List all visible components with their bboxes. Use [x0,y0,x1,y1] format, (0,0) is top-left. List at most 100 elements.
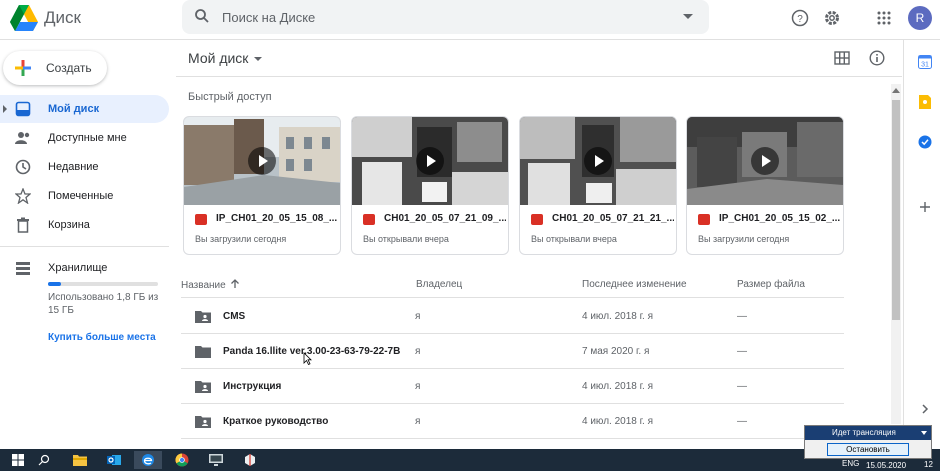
play-icon [248,147,276,175]
page-title[interactable]: Мой диск [188,50,248,66]
sidebar-item-starred[interactable]: Помеченные [0,182,169,210]
add-addon-icon[interactable] [918,200,932,214]
shared-folder-icon [195,416,211,428]
file-size: — [737,381,747,392]
file-name: IP_CH01_20_05_15_02_... [719,213,841,224]
search-icon[interactable] [194,8,210,24]
account-avatar[interactable]: R [908,6,932,30]
sidebar-item-my-drive[interactable]: Мой диск [0,95,169,123]
help-icon: ? [791,9,809,27]
file-name: Инструкция [223,381,282,392]
broadcast-status-label: Идет трансляция [832,428,896,437]
app-icon [245,454,255,466]
sidebar-item-storage[interactable]: Хранилище [0,254,169,282]
details-button[interactable] [865,46,889,70]
apps-button[interactable] [872,6,896,30]
storage-used-text: Использовано 1,8 ГБ из 15 ГБ [48,292,159,316]
system-date[interactable]: 15.05.2020 [866,461,906,470]
sort-arrow-up-icon[interactable] [230,279,240,289]
video-file-icon [363,214,375,225]
video-thumbnail [184,117,340,205]
expand-arrow-icon[interactable] [3,105,7,113]
taskbar-app[interactable] [202,451,230,469]
windows-icon [12,454,24,466]
stop-broadcast-button[interactable]: Остановить [827,443,909,456]
taskbar-search-button[interactable] [30,451,58,469]
help-button[interactable]: ? [788,6,812,30]
trash-icon [17,217,29,233]
file-modified: 4 июл. 2018 г. я [582,381,653,392]
quick-access-card[interactable]: CH01_20_05_07_21_09_... Вы открывали вче… [351,116,509,255]
chevron-down-icon[interactable] [254,57,262,61]
keep-icon[interactable] [918,95,932,109]
calendar-icon[interactable]: 31 [918,55,932,69]
sidebar-item-recent[interactable]: Недавние [0,153,169,181]
scroll-up-icon[interactable] [892,88,900,93]
taskbar-chrome[interactable] [168,451,196,469]
tasks-icon[interactable] [918,135,932,149]
clock-icon [15,159,31,175]
chevron-down-icon[interactable] [921,431,927,435]
column-header-name[interactable]: Название [181,279,240,291]
table-row[interactable]: Краткое руководство я 4 июл. 2018 г. я — [181,404,844,439]
modified-by: я [643,346,650,357]
play-icon [751,147,779,175]
notification-count[interactable]: 12 [924,460,933,469]
modified-date: 4 июл. 2018 г. [582,311,645,322]
video-file-icon [531,214,543,225]
modified-date: 4 июл. 2018 г. [582,381,645,392]
storage-progress-bar [48,282,158,286]
column-header-owner[interactable]: Владелец [416,279,462,290]
apps-grid-icon [877,11,891,25]
chrome-icon [175,453,189,467]
google-drive-logo[interactable] [10,5,38,31]
taskbar-app[interactable] [236,451,264,469]
table-row[interactable]: Инструкция я 4 июл. 2018 г. я — [181,369,844,404]
file-owner: я [415,381,421,392]
table-row[interactable]: Panda 16.llite ver.3.00-23-63-79-22-7B я… [181,334,844,369]
star-icon [15,188,31,204]
scrollbar-thumb[interactable] [892,100,900,320]
folder-icon [195,346,211,358]
sidebar-item-label: Помеченные [48,190,114,202]
column-header-size[interactable]: Размер файла [737,279,805,290]
quick-access-card[interactable]: IP_CH01_20_05_15_08_... Вы загрузили сег… [183,116,341,255]
play-icon [584,147,612,175]
search-input[interactable] [222,6,662,28]
file-name: CMS [223,311,246,322]
grid-view-button[interactable] [830,46,854,70]
windows-taskbar: ENG 15.05.2020 12 [0,449,940,471]
keyboard-language[interactable]: ENG [842,459,859,468]
table-header-divider [181,297,844,298]
file-subtitle: Вы открывали вчера [531,234,617,244]
column-header-modified[interactable]: Последнее изменение [582,279,687,290]
broadcast-status[interactable]: Идет трансляция [805,426,931,440]
create-button[interactable]: Создать [3,51,107,85]
settings-button[interactable] [820,6,844,30]
taskbar-explorer[interactable] [66,451,94,469]
shared-folder-icon [195,381,211,393]
video-file-icon [195,214,207,225]
search-options-icon[interactable] [683,14,693,19]
sidebar-item-trash[interactable]: Корзина [0,211,169,239]
file-modified: 7 мая 2020 г. я [582,346,649,357]
quick-access-title: Быстрый доступ [188,91,272,103]
sidebar-item-shared[interactable]: Доступные мне [0,124,169,152]
toolbar-divider [176,76,902,77]
modified-by: я [647,416,654,427]
taskbar-outlook[interactable] [100,451,128,469]
outlook-icon [107,455,121,465]
table-row[interactable]: CMS я 4 июл. 2018 г. я — [181,299,844,334]
chevron-right-icon[interactable] [918,402,932,416]
buy-storage-link[interactable]: Купить больше места [48,332,156,343]
file-subtitle: Вы открывали вчера [363,234,449,244]
file-name: IP_CH01_20_05_15_08_... [216,213,338,224]
start-button[interactable] [4,451,32,469]
search-bar[interactable] [182,0,709,34]
app-brand: Диск [44,8,81,27]
file-modified: 4 июл. 2018 г. я [582,311,653,322]
quick-access-card[interactable]: IP_CH01_20_05_15_02_... Вы загрузили сег… [686,116,844,255]
file-size: — [737,311,747,322]
quick-access-card[interactable]: CH01_20_05_07_21_21_... Вы открывали вче… [519,116,677,255]
taskbar-edge[interactable] [134,451,162,469]
